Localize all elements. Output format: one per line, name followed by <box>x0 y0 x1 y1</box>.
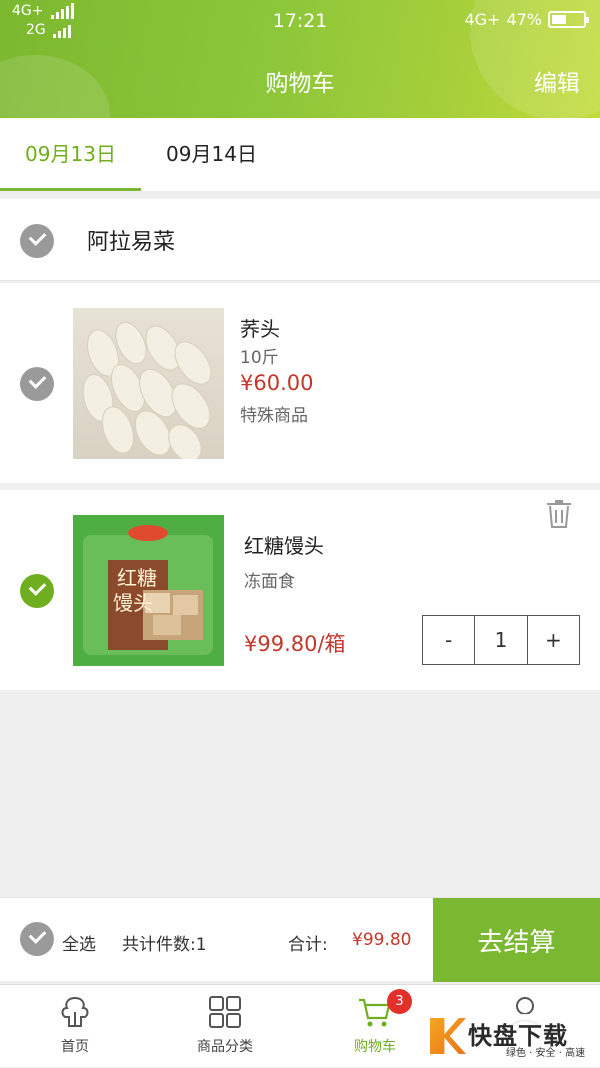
svg-text:馒头: 馒头 <box>113 591 153 615</box>
select-all-checkbox[interactable] <box>20 922 54 956</box>
select-all-label[interactable]: 全选 <box>62 930 96 955</box>
store-checkbox[interactable] <box>20 224 54 258</box>
date-tabs: 09月13日 09月14日 <box>0 118 600 191</box>
item-spec: 10斤 <box>240 348 279 368</box>
quantity-stepper: - 1 + <box>422 615 580 665</box>
cart-item: 荞头 10斤 ¥60.00 特殊商品 <box>0 283 600 483</box>
nav-home[interactable]: 首页 <box>0 985 150 1068</box>
nav-label: 首页 <box>61 1039 89 1055</box>
total-value: ¥99.80 <box>352 930 412 950</box>
decrement-button[interactable]: - <box>423 616 475 664</box>
item-name: 荞头 <box>240 317 280 341</box>
item-checkbox[interactable] <box>20 367 54 401</box>
product-image[interactable] <box>73 308 224 459</box>
grid-icon <box>209 996 241 1028</box>
cart-item: 红糖 馒头 红糖馒头 冻面食 ¥99.80/箱 - 1 + <box>0 490 600 690</box>
store-name: 阿拉易菜 <box>87 230 176 255</box>
nav-label: 商品分类 <box>197 1039 253 1055</box>
page-title: 购物车 <box>265 71 335 97</box>
edit-button[interactable]: 编辑 <box>534 64 580 98</box>
trash-icon[interactable] <box>546 500 572 528</box>
tab-date-0914[interactable]: 09月14日 <box>141 118 282 191</box>
item-name: 红糖馒头 <box>244 534 324 558</box>
network-label: 4G+ <box>464 10 501 29</box>
increment-button[interactable]: + <box>527 616 579 664</box>
watermark-k-icon <box>430 1018 466 1054</box>
tab-date-0913[interactable]: 09月13日 <box>0 118 141 191</box>
item-price: ¥99.80/箱 <box>244 632 346 656</box>
store-header: 阿拉易菜 <box>0 199 600 281</box>
status-right: 4G+ 47% <box>464 10 589 29</box>
nav-category[interactable]: 商品分类 <box>150 985 300 1068</box>
total-label: 合计: <box>288 935 328 955</box>
item-category: 冻面食 <box>244 572 295 592</box>
status-bar: 4G+ 2G 17:21 4G+ 47% <box>0 0 600 44</box>
watermark-subtitle: 绿色 · 安全 · 高速 <box>506 1048 586 1059</box>
quantity-value[interactable]: 1 <box>474 616 528 664</box>
item-count: 共计件数:1 <box>122 935 207 955</box>
svg-text:红糖: 红糖 <box>117 566 157 590</box>
product-image[interactable]: 红糖 馒头 <box>73 515 224 666</box>
battery-percent: 47% <box>506 10 542 29</box>
item-price: ¥60.00 <box>240 371 314 395</box>
item-tag: 特殊商品 <box>240 406 308 426</box>
home-icon <box>61 996 89 1027</box>
watermark-logo: 快盘下载 绿色 · 安全 · 高速 <box>428 1014 600 1067</box>
battery-icon <box>548 11 589 28</box>
app-header: 4G+ 2G 17:21 4G+ 47% 购物车 编辑 <box>0 0 600 118</box>
cart-badge: 3 <box>387 989 412 1014</box>
checkout-bar: 全选 共计件数:1 合计: ¥99.80 去结算 <box>0 897 600 982</box>
checkout-button[interactable]: 去结算 <box>433 898 600 982</box>
item-checkbox[interactable] <box>20 574 54 608</box>
